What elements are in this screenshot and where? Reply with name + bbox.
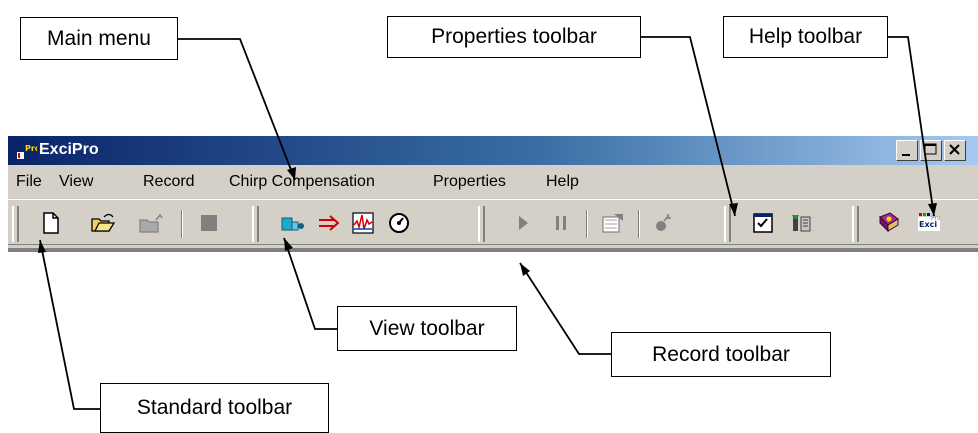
gauge-icon[interactable] — [384, 208, 414, 238]
menu-chirp-compensation[interactable]: Chirp Compensation — [229, 173, 375, 191]
callout-help-toolbar: Help toolbar — [723, 16, 888, 58]
maximize-button[interactable] — [920, 140, 942, 161]
app-icon: Pro — [16, 140, 41, 161]
svg-text:Pro: Pro — [931, 215, 941, 222]
checklist-icon[interactable] — [748, 208, 778, 238]
open-folder-icon[interactable] — [88, 208, 118, 238]
menu-properties[interactable]: Properties — [433, 173, 506, 191]
probe-disabled-icon[interactable] — [648, 208, 678, 238]
window-title: ExciPro — [39, 141, 99, 158]
menu-file[interactable]: File — [16, 173, 42, 191]
leader-record-toolbar — [519, 262, 611, 355]
toolbar-row: Exci Pro — [8, 199, 978, 245]
arrow-icon[interactable] — [314, 208, 344, 238]
main-menu: File View Record Chirp Compensation Prop… — [8, 165, 978, 197]
toolbar-separator — [586, 210, 588, 238]
toolbar-separator — [181, 210, 183, 238]
new-file-icon[interactable] — [36, 208, 66, 238]
minimize-button[interactable] — [896, 140, 918, 161]
chart-disabled-icon[interactable] — [598, 208, 628, 238]
arrowhead — [520, 263, 530, 276]
about-excipro-icon[interactable]: Exci Pro — [914, 208, 944, 238]
menu-help[interactable]: Help — [546, 173, 579, 191]
window-edge — [8, 248, 978, 252]
tools-icon[interactable] — [786, 208, 816, 238]
title-bar[interactable]: Pro ExciPro — [8, 136, 978, 165]
close-button[interactable] — [944, 140, 966, 161]
menu-record[interactable]: Record — [143, 173, 195, 191]
toolbar-grip[interactable] — [478, 206, 485, 242]
callout-record-toolbar: Record toolbar — [611, 332, 831, 377]
toolbar-grip[interactable] — [12, 206, 19, 242]
callout-main-menu: Main menu — [20, 17, 178, 60]
play-icon[interactable] — [508, 208, 538, 238]
menu-view[interactable]: View — [59, 173, 93, 191]
toolbar-grip[interactable] — [724, 206, 731, 242]
svg-text:Pro: Pro — [25, 144, 37, 153]
help-book-icon[interactable] — [874, 208, 904, 238]
pause-icon[interactable] — [546, 208, 576, 238]
toolbar-grip[interactable] — [252, 206, 259, 242]
callout-properties-toolbar: Properties toolbar — [387, 16, 641, 58]
excipro-window: Pro ExciPro File View Record Chirp Compe… — [8, 136, 978, 252]
toolbar-separator — [638, 210, 640, 238]
view-data-icon[interactable] — [278, 208, 308, 238]
leader-standard-toolbar — [39, 239, 100, 410]
stop-disabled-icon[interactable] — [194, 208, 224, 238]
toolbar-grip[interactable] — [852, 206, 859, 242]
callout-view-toolbar: View toolbar — [337, 306, 517, 351]
open-disabled-icon[interactable] — [136, 208, 166, 238]
spectrum-icon[interactable] — [348, 208, 378, 238]
